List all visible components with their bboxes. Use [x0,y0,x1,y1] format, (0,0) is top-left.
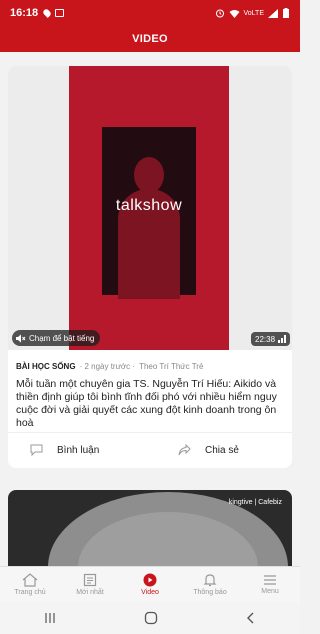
nav-latest[interactable]: Mới nhất [60,567,120,602]
category-label[interactable]: BÀI HỌC SỐNG [16,362,76,371]
hamburger-icon [264,575,276,585]
location-icon [42,8,53,18]
wifi-icon [229,9,239,18]
nav-latest-label: Mới nhất [76,589,104,596]
nav-video[interactable]: Video [120,567,180,602]
share-icon [178,444,191,456]
nav-notifications[interactable]: Thông báo [180,567,240,602]
video-card-next[interactable]: kingtive | Cafebiz [8,490,292,570]
comment-label: Bình luận [57,444,100,456]
signal-icon [268,8,278,18]
bottom-nav: Trang chủ Mới nhất Video Thông báo Menu [0,566,300,602]
app-bar: VIDEO [0,26,300,52]
comment-button[interactable]: Bình luận [30,440,99,460]
share-button[interactable]: Chia sẻ [178,440,239,460]
partner-logos: kingtive | Cafebiz [228,499,282,506]
status-bar: 16:18 VoLTE [0,0,300,26]
unmute-label: Chạm để bật tiếng [29,333,95,343]
article-headline[interactable]: Mỗi tuần một chuyên gia TS. Nguyễn Trí H… [16,378,286,430]
home-icon [22,573,38,587]
share-label: Chia sẻ [205,444,239,456]
video-thumbnail: talkshow [69,66,229,350]
signal-bars-icon [278,335,287,343]
page-title: VIDEO [132,33,168,45]
nav-video-label: Video [141,589,159,596]
speaker-muted-icon [16,334,26,342]
home-button-icon[interactable] [144,611,158,625]
status-time: 16:18 [10,7,39,19]
image-icon [55,9,65,17]
video-player[interactable]: talkshow Chạm để bật tiếng 22:38 [8,66,292,350]
play-circle-icon [143,573,157,587]
unmute-button[interactable]: Chạm để bật tiếng [12,330,101,346]
divider [8,432,292,433]
poster-title: talkshow [115,197,183,214]
alarm-icon [215,9,224,18]
comment-icon [30,444,43,456]
video-card[interactable]: talkshow Chạm để bật tiếng 22:38 BÀI HỌC… [8,66,292,468]
duration-badge: 22:38 [251,332,291,346]
article-meta: BÀI HỌC SỐNG · 2 ngày trước · Theo Trí T… [16,362,203,371]
battery-icon [283,8,289,18]
source-label: Theo Trí Thức Trẻ [139,362,204,371]
system-nav-bar [0,602,300,634]
nav-menu-label: Menu [261,588,279,595]
recent-apps-icon[interactable] [43,612,57,624]
nav-home[interactable]: Trang chủ [0,567,60,602]
newspaper-icon [83,573,97,587]
time-ago: · 2 ngày trước · [79,362,136,371]
network-label: VoLTE [243,9,265,17]
bell-icon [203,574,217,587]
nav-home-label: Trang chủ [14,589,46,596]
back-icon[interactable] [245,611,257,625]
nav-notifications-label: Thông báo [193,589,227,596]
duration-text: 22:38 [255,334,276,344]
nav-menu[interactable]: Menu [240,567,300,602]
